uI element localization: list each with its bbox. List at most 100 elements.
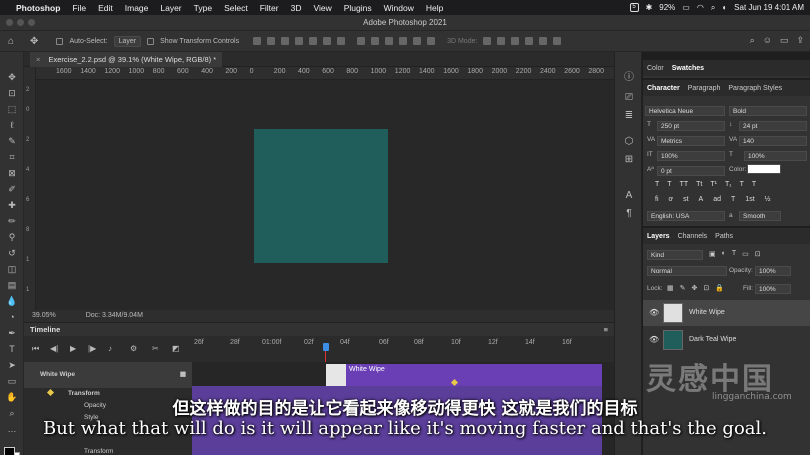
menu-file[interactable]: File <box>72 3 86 13</box>
layer-filter-dropdown[interactable]: Kind <box>647 250 703 260</box>
timeline-layer-row[interactable]: White Wipe ▦ <box>24 362 192 388</box>
titling-alternates-icon[interactable]: T <box>731 196 735 203</box>
filter-smart-icon[interactable]: ⊡ <box>755 250 761 258</box>
align-right-icon[interactable] <box>281 37 290 45</box>
align-middle-icon[interactable] <box>309 37 318 45</box>
discretionary-ligatures-icon[interactable]: st <box>683 196 688 203</box>
adjustments-icon[interactable]: ≣ <box>623 110 635 122</box>
timeline-ruler[interactable]: 26f 28f 01:00f 02f 04f 06f 08f 10f 12f 14f 16f <box>192 336 614 350</box>
menu-help[interactable]: Help <box>426 3 443 13</box>
tab-paragraph[interactable]: Paragraph <box>688 85 721 92</box>
underline-icon[interactable]: T <box>740 181 744 188</box>
strikethrough-icon[interactable]: T <box>752 181 756 188</box>
play-icon[interactable]: ▶ <box>70 344 76 353</box>
ordinals-icon[interactable]: 1st <box>745 196 754 203</box>
blend-mode-dropdown[interactable]: Normal <box>647 266 727 276</box>
distribute-bottom-icon[interactable] <box>427 37 436 45</box>
artboard-tool-icon[interactable]: ⊡ <box>6 88 18 99</box>
home-icon[interactable]: ⌂ <box>8 36 14 47</box>
wifi-icon[interactable]: ◠ <box>697 3 704 12</box>
share-icon[interactable]: ⇪ <box>796 35 804 46</box>
distribute-center-icon[interactable] <box>371 37 380 45</box>
workspace-icon[interactable]: ▭ <box>780 35 789 46</box>
small-caps-icon[interactable]: Tt <box>696 181 702 188</box>
history-icon[interactable]: ⎚ <box>623 92 635 104</box>
blur-tool-icon[interactable]: 💧 <box>6 296 18 307</box>
lock-artboard-icon[interactable]: ⊡ <box>703 284 709 292</box>
paragraph-icon[interactable]: ¶ <box>623 208 635 220</box>
menu-3d[interactable]: 3D <box>291 3 302 13</box>
next-frame-icon[interactable]: |▶ <box>88 344 96 353</box>
prop-transform-bottom[interactable]: Transform <box>24 446 192 455</box>
horizontal-scale-field[interactable]: 100% <box>744 151 807 161</box>
previous-frame-icon[interactable]: ◀| <box>50 344 58 353</box>
control-center-icon[interactable]: ◐ <box>722 3 727 12</box>
minimize-window-button[interactable] <box>17 19 24 26</box>
show-transform-checkbox[interactable] <box>147 37 155 45</box>
history-brush-tool-icon[interactable]: ↺ <box>6 248 18 259</box>
stylistic-alternates-icon[interactable]: ad <box>713 196 721 203</box>
document-tab-body[interactable]: × Exercise_2.2.psd @ 39.1% (White Wipe, … <box>30 52 223 67</box>
quick-select-tool-icon[interactable]: ✎ <box>6 136 18 147</box>
zoom-level[interactable]: 39.05% <box>32 312 56 319</box>
settings-gear-icon[interactable]: ⚙ <box>130 344 137 353</box>
teal-square-layer[interactable] <box>254 129 388 263</box>
character-icon[interactable]: A <box>623 190 635 202</box>
auto-select-dropdown[interactable]: Layer <box>113 35 142 47</box>
healing-brush-tool-icon[interactable]: ✚ <box>6 200 18 211</box>
user-icon[interactable]: ☺ <box>763 35 772 46</box>
align-center-icon[interactable] <box>267 37 276 45</box>
lock-position-icon[interactable]: ✥ <box>692 284 698 292</box>
tab-paragraph-styles[interactable]: Paragraph Styles <box>728 85 782 92</box>
swash-icon[interactable]: A <box>699 196 704 203</box>
more-options-icon[interactable] <box>337 37 346 45</box>
fill-field[interactable]: 100% <box>755 284 791 294</box>
search-icon[interactable]: ⌕ <box>750 35 755 46</box>
subscript-icon[interactable]: T₁ <box>725 181 732 188</box>
marquee-tool-icon[interactable]: ⬚ <box>6 104 18 115</box>
filter-pixel-icon[interactable]: ▣ <box>709 250 716 258</box>
menu-type[interactable]: Type <box>194 3 212 13</box>
menu-plugins[interactable]: Plugins <box>344 3 372 13</box>
leading-field[interactable]: 24 pt <box>739 121 807 131</box>
filter-adjustment-icon[interactable]: ◐ <box>722 250 726 258</box>
crop-tool-icon[interactable]: ⌗ <box>6 152 18 163</box>
font-style-dropdown[interactable]: Bold <box>729 106 807 116</box>
tab-layers[interactable]: Layers <box>647 233 670 240</box>
split-clip-icon[interactable]: ✂ <box>152 344 159 353</box>
dodge-tool-icon[interactable]: ◔ <box>6 312 18 323</box>
menu-edit[interactable]: Edit <box>98 3 113 13</box>
distribute-left-icon[interactable] <box>357 37 366 45</box>
filter-type-icon[interactable]: T <box>732 250 736 258</box>
more-3d-icon[interactable] <box>553 37 562 45</box>
faux-bold-icon[interactable]: T <box>655 181 659 188</box>
tab-paths[interactable]: Paths <box>715 233 733 240</box>
audio-icon[interactable]: ♪ <box>108 344 112 353</box>
layer-row-white-wipe[interactable]: 👁 White Wipe <box>643 300 810 326</box>
tab-swatches[interactable]: Swatches <box>672 65 704 72</box>
timeline-clip[interactable]: White Wipe <box>326 364 602 386</box>
type-tool-icon[interactable]: T <box>6 344 18 355</box>
faux-italic-icon[interactable]: T <box>667 181 671 188</box>
menu-image[interactable]: Image <box>125 3 149 13</box>
baseline-shift-field[interactable]: 0 pt <box>657 166 725 176</box>
menu-filter[interactable]: Filter <box>260 3 279 13</box>
lock-image-icon[interactable]: ✎ <box>680 284 686 292</box>
menu-app-name[interactable]: Photoshop <box>16 3 60 13</box>
tab-character[interactable]: Character <box>647 85 680 92</box>
app-status-icon[interactable]: 5 <box>629 3 639 12</box>
lock-transparent-icon[interactable]: ▦ <box>667 284 674 292</box>
visibility-eye-icon[interactable]: 👁 <box>649 327 659 353</box>
all-caps-icon[interactable]: TT <box>680 181 689 188</box>
opacity-field[interactable]: 100% <box>755 266 791 276</box>
language-dropdown[interactable]: English: USA <box>647 211 725 221</box>
distribute-middle-icon[interactable] <box>413 37 422 45</box>
search-icon[interactable]: ⌕ <box>711 3 715 13</box>
playhead-handle[interactable] <box>323 343 329 351</box>
zoom-window-button[interactable] <box>28 19 35 26</box>
distribute-top-icon[interactable] <box>399 37 408 45</box>
eyedropper-tool-icon[interactable]: ✐ <box>6 184 18 195</box>
3d-pan-icon[interactable] <box>511 37 520 45</box>
move-tool-icon[interactable]: ✥ <box>6 72 18 83</box>
auto-select-checkbox[interactable] <box>56 37 64 45</box>
